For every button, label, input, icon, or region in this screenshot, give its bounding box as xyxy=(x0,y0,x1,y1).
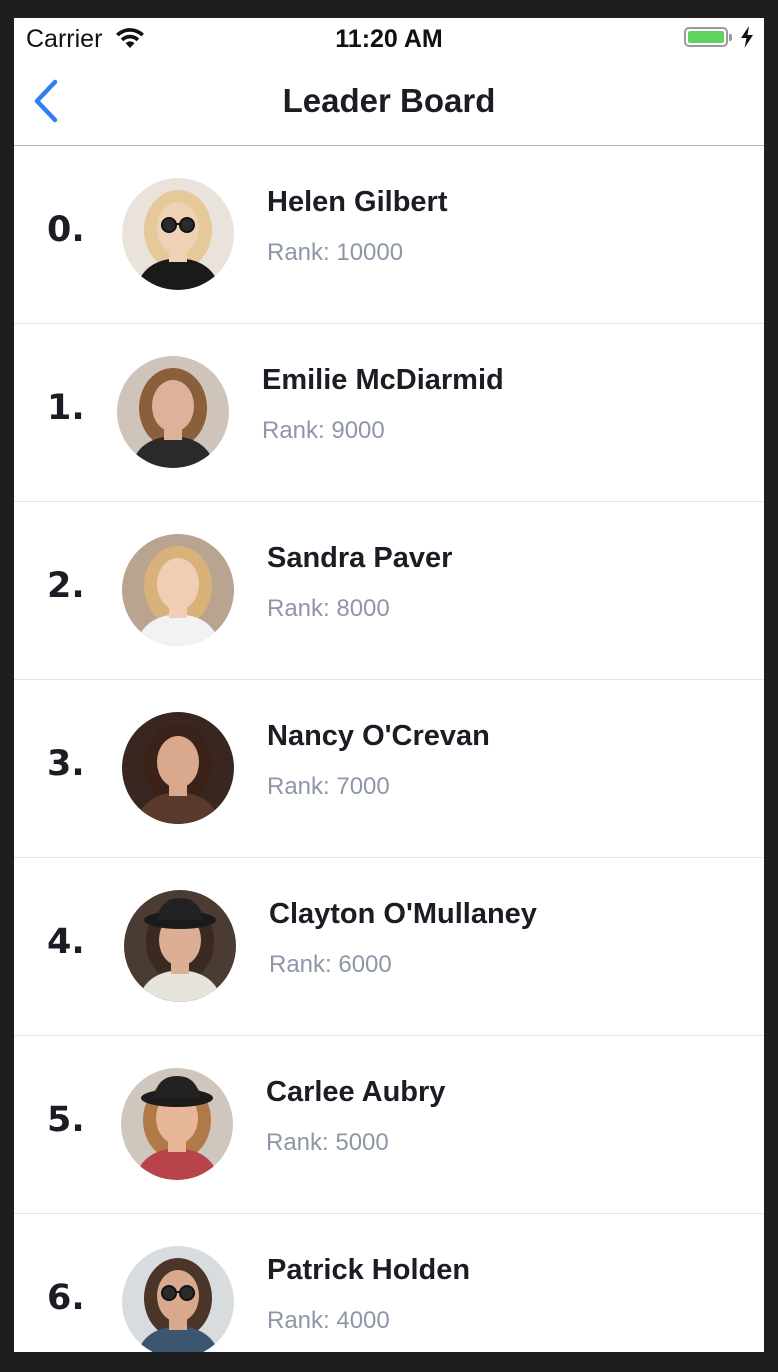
player-rank: Rank: 9000 xyxy=(262,417,385,444)
leaderboard-row[interactable]: 6. Patrick Holden Rank: 4000 xyxy=(14,1214,764,1352)
player-name: Nancy O'Crevan xyxy=(267,720,490,752)
player-name: Helen Gilbert xyxy=(267,186,448,218)
avatar xyxy=(121,1068,233,1180)
leaderboard-row[interactable]: 4. Clayton O'Mullaney Rank: 6000 xyxy=(14,858,764,1036)
charging-bolt-icon xyxy=(740,26,754,53)
leaderboard-row[interactable]: 2. Sandra Paver Rank: 8000 xyxy=(14,502,764,680)
position-number: 1. xyxy=(47,388,85,428)
position-number: 5. xyxy=(47,1100,85,1140)
player-name: Patrick Holden xyxy=(267,1254,471,1286)
player-rank: Rank: 6000 xyxy=(269,951,392,978)
status-bar: Carrier 11:20 AM xyxy=(14,18,764,58)
position-number: 4. xyxy=(47,922,85,962)
player-rank: Rank: 10000 xyxy=(267,239,404,266)
avatar xyxy=(124,890,236,1002)
page-title: Leader Board xyxy=(282,82,496,119)
player-rank: Rank: 4000 xyxy=(267,1307,390,1334)
leaderboard-row[interactable]: 5. Carlee Aubry Rank: 5000 xyxy=(14,1036,764,1214)
position-number: 3. xyxy=(47,744,85,784)
battery-nub xyxy=(729,34,732,41)
position-number: 2. xyxy=(47,566,85,606)
navigation-bar: Leader Board xyxy=(14,58,764,146)
player-name: Carlee Aubry xyxy=(266,1076,446,1108)
battery-icon xyxy=(684,27,732,47)
player-rank: Rank: 8000 xyxy=(267,595,390,622)
player-name: Sandra Paver xyxy=(267,542,453,574)
avatar xyxy=(122,178,234,290)
player-rank: Rank: 5000 xyxy=(266,1129,389,1156)
avatar xyxy=(122,712,234,824)
leaderboard-list: 0. Helen Gilbert Rank: 10000 1. Emilie McDia… xyxy=(14,146,764,1352)
avatar xyxy=(122,534,234,646)
player-rank: Rank: 7000 xyxy=(267,773,390,800)
position-number: 0. xyxy=(47,210,85,250)
player-name: Emilie McDiarmid xyxy=(262,364,504,396)
app-screen: Carrier 11:20 AM Leader Board 0. Helen G… xyxy=(14,18,764,1352)
avatar xyxy=(117,356,229,468)
avatar xyxy=(122,1246,234,1352)
status-time: 11:20 AM xyxy=(335,25,443,53)
leaderboard-row[interactable]: 3. Nancy O'Crevan Rank: 7000 xyxy=(14,680,764,858)
leaderboard-row[interactable]: 0. Helen Gilbert Rank: 10000 xyxy=(14,146,764,324)
battery-level xyxy=(688,31,724,43)
leaderboard-row[interactable]: 1. Emilie McDiarmid Rank: 9000 xyxy=(14,324,764,502)
position-number: 6. xyxy=(47,1278,85,1318)
player-name: Clayton O'Mullaney xyxy=(269,898,537,930)
